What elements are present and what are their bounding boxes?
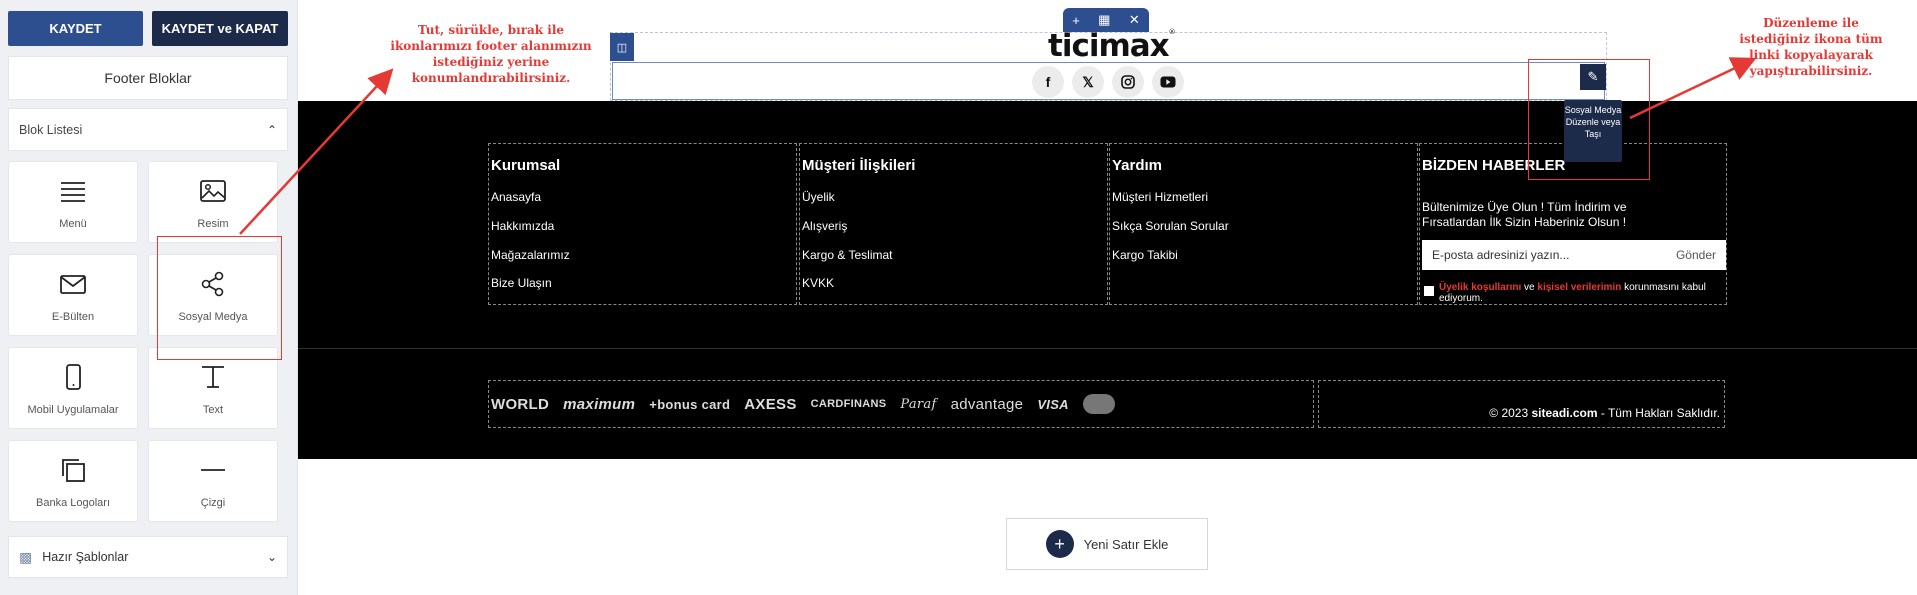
arrow-to-right-note	[1629, 57, 1757, 120]
arrow-to-left-note	[239, 68, 394, 235]
annotation-arrows	[239, 57, 1757, 235]
